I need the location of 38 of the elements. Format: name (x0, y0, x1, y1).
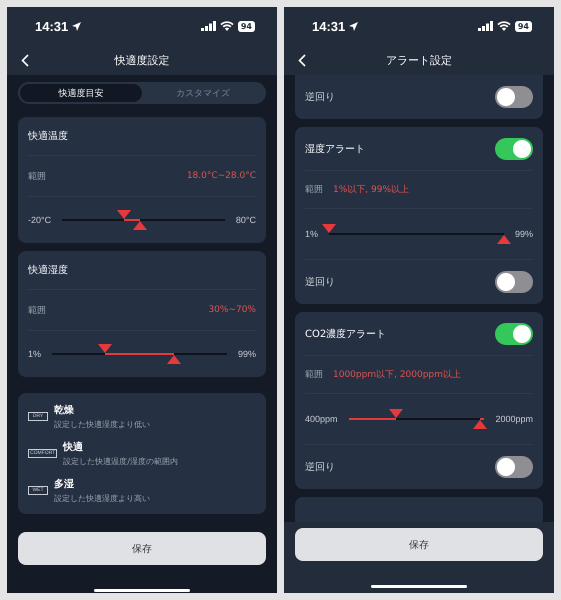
legend-description: 設定した快適温度/湿度の範囲内 (63, 456, 178, 467)
min-label: 400ppm (305, 414, 338, 424)
status-time: 14:31 (35, 18, 68, 34)
card-title: CO2濃度アラート (305, 328, 386, 340)
card-title: 快適温度 (28, 130, 68, 143)
status-time: 14:31 (312, 18, 346, 34)
legend-description: 設定した快適湿度より高い (54, 493, 150, 504)
switch-label: 逆回り (305, 276, 335, 289)
range-value: 1%以下, 99%以上 (333, 184, 410, 196)
battery-icon: 94 (238, 20, 255, 32)
range-label: 範囲 (305, 184, 323, 196)
range-value: 30%~70% (208, 305, 256, 315)
battery-icon: 94 (514, 20, 532, 32)
save-button[interactable]: 保存 (295, 528, 543, 561)
max-label: 2000ppm (495, 414, 533, 424)
legend-title: 快適 (63, 440, 84, 454)
legend-title: 乾燥 (54, 404, 75, 417)
legend-title: 多湿 (54, 478, 75, 491)
range-label: 範囲 (28, 304, 46, 316)
max-label: 99% (238, 349, 256, 359)
min-label: 1% (305, 229, 318, 239)
screen-title: 快適度設定 (114, 52, 170, 68)
save-button[interactable]: 保存 (18, 532, 266, 565)
max-label: 80°C (236, 215, 256, 225)
card-title: 快適湿度 (28, 264, 68, 277)
legend-description: 設定した快適湿度より低い (54, 419, 150, 430)
min-label: -20°C (28, 215, 52, 225)
switch-label: 逆回り (305, 460, 335, 474)
range-value: 18.0°C~28.0°C (186, 171, 256, 181)
max-label: 99% (514, 229, 533, 239)
range-label: 範囲 (305, 368, 323, 381)
card-title: 湿度アラート (305, 142, 365, 156)
switch-label: 逆回り (305, 90, 335, 104)
min-label: 1% (28, 349, 42, 359)
segment-tab[interactable]: 快適度目安 (20, 84, 142, 102)
screen-title: アラート設定 (386, 52, 452, 68)
range-value: 1000ppm以下, 2000ppm以上 (333, 368, 461, 381)
range-label: 範囲 (28, 170, 46, 182)
